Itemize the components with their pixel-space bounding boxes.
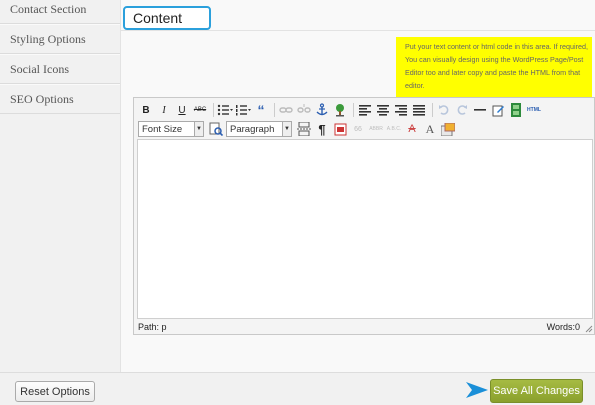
toolbar-row-1: B I U ABC “ HTML — [138, 101, 544, 119]
page-break-icon[interactable] — [296, 121, 312, 137]
abbr-button[interactable]: ABBR — [368, 121, 384, 137]
strikethrough-button[interactable]: ABC — [192, 102, 208, 118]
sidebar-item-styling-options[interactable]: Styling Options — [0, 24, 120, 54]
font-size-select-label: Font Size — [142, 123, 183, 135]
acronym-button[interactable]: A.B.C. — [386, 121, 402, 137]
font-style-button[interactable]: A — [422, 121, 438, 137]
editor-path: Path: p — [138, 322, 167, 332]
media-icon[interactable] — [508, 102, 524, 118]
attributes-icon[interactable] — [440, 121, 456, 137]
main-panel: Content Put your text content or html co… — [121, 0, 595, 372]
image-icon[interactable] — [332, 102, 348, 118]
font-size-select[interactable]: Font Size ▼ — [138, 121, 204, 137]
toolbar-row-2: Font Size ▼ Paragraph ▼ ¶ 66 ABBR A.B.C.… — [138, 120, 458, 138]
toolbar-separator — [274, 103, 275, 117]
toolbar-separator — [213, 103, 214, 117]
editor-content-area[interactable] — [137, 139, 593, 319]
tab-divider — [121, 30, 595, 31]
format-select[interactable]: Paragraph ▼ — [226, 121, 292, 137]
redo-icon[interactable] — [454, 102, 470, 118]
align-left-icon[interactable] — [357, 102, 373, 118]
undo-icon[interactable] — [436, 102, 452, 118]
align-justify-icon[interactable] — [411, 102, 427, 118]
link-icon[interactable] — [278, 102, 294, 118]
underline-button[interactable]: U — [174, 102, 190, 118]
chevron-down-icon: ▼ — [282, 122, 291, 136]
italic-button[interactable]: I — [156, 102, 172, 118]
edit-icon[interactable] — [490, 102, 506, 118]
footer-bar: Reset Options Save All Changes — [0, 372, 595, 405]
align-center-icon[interactable] — [375, 102, 391, 118]
bullet-list-icon[interactable] — [217, 102, 233, 118]
word-count: Words:0 — [546, 322, 580, 332]
chevron-down-icon: ▼ — [194, 122, 203, 136]
arrow-pointer-icon — [466, 382, 488, 398]
tab-content[interactable]: Content — [123, 6, 211, 30]
bold-button[interactable]: B — [138, 102, 154, 118]
numbered-list-icon[interactable] — [235, 102, 251, 118]
resize-handle-icon[interactable] — [585, 325, 593, 333]
unlink-icon[interactable] — [296, 102, 312, 118]
save-all-changes-button[interactable]: Save All Changes — [490, 379, 583, 403]
sidebar-item-seo-options[interactable]: SEO Options — [0, 84, 120, 114]
cite-button[interactable]: 66 — [350, 121, 366, 137]
rich-text-editor: B I U ABC “ HTML Font Size ▼ Paragraph ▼… — [133, 97, 595, 335]
toolbar-separator — [353, 103, 354, 117]
delete-text-button[interactable]: A — [404, 121, 420, 137]
reset-options-button[interactable]: Reset Options — [15, 381, 95, 402]
format-select-label: Paragraph — [230, 123, 275, 135]
anchor-icon[interactable] — [314, 102, 330, 118]
blockquote-icon[interactable]: “ — [253, 102, 269, 118]
html-source-button[interactable]: HTML — [526, 102, 542, 118]
pilcrow-icon[interactable]: ¶ — [314, 121, 330, 137]
sidebar-item-contact-section[interactable]: Contact Section — [0, 0, 120, 24]
paste-word-icon[interactable] — [332, 121, 348, 137]
find-replace-icon[interactable] — [208, 121, 224, 137]
horizontal-rule-icon[interactable] — [472, 102, 488, 118]
toolbar-separator — [432, 103, 433, 117]
hint-note: Put your text content or html code in th… — [396, 37, 592, 97]
sidebar: Contact Section Styling Options Social I… — [0, 0, 121, 372]
editor-statusbar: Path: p Words:0 — [134, 320, 594, 334]
sidebar-item-social-icons[interactable]: Social Icons — [0, 54, 120, 84]
align-right-icon[interactable] — [393, 102, 409, 118]
